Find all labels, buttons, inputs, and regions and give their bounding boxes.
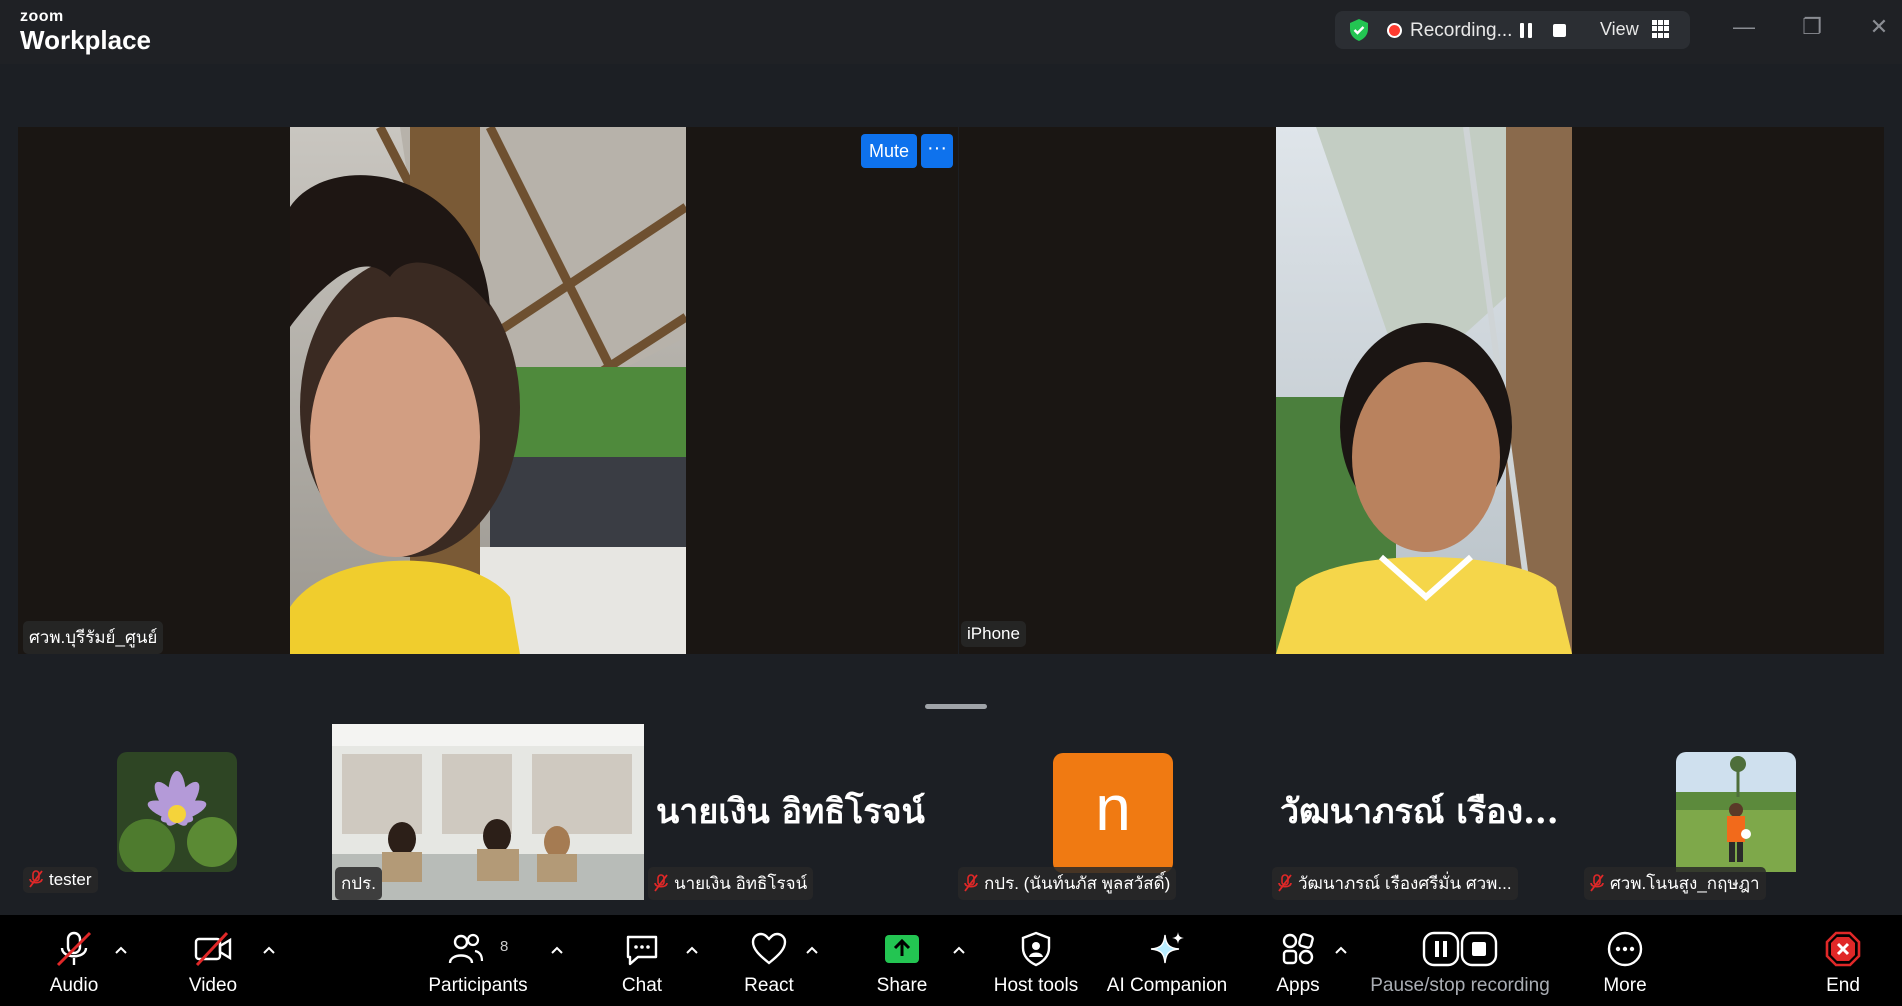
host-tools-label: Host tools bbox=[993, 975, 1079, 996]
video-caret-icon[interactable] bbox=[262, 945, 276, 955]
end-call-icon bbox=[1825, 931, 1861, 967]
chat-label: Chat bbox=[621, 975, 663, 996]
audio-button[interactable]: Audio bbox=[34, 915, 114, 1006]
close-button[interactable]: ✕ bbox=[1864, 14, 1894, 44]
participant-name: ศวพ.โนนสูง_กฤษฎา bbox=[1610, 874, 1760, 893]
host-tools-button[interactable]: Host tools bbox=[986, 915, 1086, 1006]
participant-name-tag: ศวพ.บุรีรัมย์_ศูนย์ bbox=[23, 621, 164, 654]
apps-caret-icon[interactable] bbox=[1334, 945, 1348, 955]
recording-bar: Recording... View bbox=[1335, 11, 1690, 49]
video-button[interactable]: Video bbox=[173, 915, 253, 1006]
share-label: Share bbox=[876, 975, 928, 996]
participants-label: Participants bbox=[428, 975, 528, 996]
participant-name: นายเงิน อิทธิโรจน์ bbox=[674, 874, 808, 893]
stop-recording-icon[interactable] bbox=[1553, 24, 1566, 37]
shield-icon bbox=[1021, 931, 1051, 967]
muted-mic-icon bbox=[1590, 874, 1604, 892]
recording-status: Recording... bbox=[1410, 20, 1513, 41]
minimize-button[interactable]: — bbox=[1729, 14, 1759, 44]
participants-caret-icon[interactable] bbox=[550, 945, 564, 955]
participant-name: กปร. (นันท์นภัส พูลสวัสดิ์) bbox=[984, 874, 1171, 893]
more-icon bbox=[1607, 931, 1643, 967]
chat-caret-icon[interactable] bbox=[685, 945, 699, 955]
brand-small: zoom bbox=[20, 8, 64, 25]
share-caret-icon[interactable] bbox=[952, 945, 966, 955]
video-label: Video bbox=[188, 975, 238, 996]
pause-stop-icon bbox=[1422, 931, 1498, 967]
participant-name: tester bbox=[49, 870, 92, 889]
title-bar: zoom Workplace Recording... View — ❐ ✕ bbox=[0, 0, 1902, 64]
more-button[interactable]: More bbox=[1585, 915, 1665, 1006]
muted-mic-icon bbox=[56, 931, 92, 967]
recording-dot-icon bbox=[1389, 25, 1400, 36]
gallery-tile-name[interactable]: วัฒนาภรณ์ เรือง... วัฒนาภรณ์ เรืองศรีมั่… bbox=[1270, 718, 1580, 900]
participant-name: วัฒนาภรณ์ เรืองศรีมั่น ศวพ... bbox=[1298, 874, 1512, 893]
muted-mic-icon bbox=[964, 874, 978, 892]
apps-button[interactable]: Apps bbox=[1258, 915, 1338, 1006]
ai-companion-label: AI Companion bbox=[1106, 975, 1228, 996]
share-screen-icon bbox=[885, 935, 919, 963]
react-label: React bbox=[744, 975, 794, 996]
pause-stop-recording-button[interactable]: Pause/stop recording bbox=[1368, 915, 1552, 1006]
gallery-tile-photo[interactable]: ศวพ.โนนสูง_กฤษฎา bbox=[1582, 718, 1892, 900]
mute-participant-button[interactable]: Mute bbox=[861, 134, 917, 168]
participant-display-name: นายเงิน อิทธิโรจน์ bbox=[656, 792, 925, 832]
gallery-tile-name[interactable]: นายเงิน อิทธิโรจน์ นายเงิน อิทธิโรจน์ bbox=[646, 718, 956, 900]
meeting-toolbar: Audio Video 8 Participants Chat React Sh… bbox=[0, 915, 1902, 1006]
muted-mic-icon bbox=[654, 874, 668, 892]
more-options-button[interactable]: ··· bbox=[921, 134, 953, 168]
participant-video bbox=[290, 127, 686, 654]
more-label: More bbox=[1603, 975, 1647, 996]
participant-name-tag: กปร. (นันท์นภัส พูลสวัสดิ์) bbox=[958, 867, 1177, 900]
chat-icon bbox=[626, 935, 658, 966]
video-tile-1[interactable]: ศวพ.บุรีรัมย์_ศูนย์ bbox=[18, 127, 958, 654]
end-meeting-button[interactable]: End bbox=[1803, 915, 1883, 1006]
apps-icon bbox=[1282, 933, 1314, 965]
participant-name-tag: วัฒนาภรณ์ เรืองศรีมั่น ศวพ... bbox=[1272, 867, 1518, 900]
gallery-tile-video[interactable]: กปร. bbox=[332, 724, 644, 900]
pause-stop-label: Pause/stop recording bbox=[1370, 975, 1550, 996]
heart-icon bbox=[751, 932, 787, 965]
app-logo: zoom Workplace bbox=[20, 8, 152, 55]
video-tile-2[interactable]: iPhone bbox=[959, 127, 1884, 654]
participant-name-tag: iPhone bbox=[961, 621, 1026, 647]
grid-view-icon[interactable] bbox=[1652, 20, 1670, 38]
avatar: n bbox=[1053, 753, 1173, 873]
audio-label: Audio bbox=[49, 975, 99, 996]
gallery-tile-avatar[interactable]: n กปร. (นันท์นภัส พูลสวัสดิ์) bbox=[958, 718, 1268, 900]
brand-large: Workplace bbox=[20, 25, 152, 55]
avatar-letter: n bbox=[1095, 772, 1131, 844]
ai-sparkle-icon bbox=[1150, 932, 1184, 964]
participant-name-tag: tester bbox=[23, 867, 98, 893]
resize-handle[interactable] bbox=[925, 704, 987, 709]
audio-caret-icon[interactable] bbox=[114, 945, 128, 955]
end-label: End bbox=[1826, 975, 1860, 996]
participant-video bbox=[1276, 127, 1572, 654]
participants-button[interactable]: 8 Participants bbox=[418, 915, 538, 1006]
gallery-tile-tester[interactable]: tester bbox=[18, 718, 328, 898]
ai-companion-button[interactable]: AI Companion bbox=[1102, 915, 1232, 1006]
muted-mic-icon bbox=[29, 870, 43, 888]
react-caret-icon[interactable] bbox=[805, 945, 819, 955]
participant-display-name: วัฒนาภรณ์ เรือง... bbox=[1280, 792, 1559, 832]
participants-count: 8 bbox=[500, 938, 509, 955]
lotus-photo bbox=[117, 752, 237, 872]
apps-label: Apps bbox=[1276, 975, 1320, 996]
view-button[interactable]: View bbox=[1600, 19, 1639, 40]
participant-name-tag: ศวพ.โนนสูง_กฤษฎา bbox=[1584, 867, 1766, 900]
react-button[interactable]: React bbox=[729, 915, 809, 1006]
share-button[interactable]: Share bbox=[862, 915, 942, 1006]
chat-button[interactable]: Chat bbox=[602, 915, 682, 1006]
security-shield-icon[interactable] bbox=[1347, 18, 1371, 42]
muted-mic-icon bbox=[1278, 874, 1292, 892]
participants-icon bbox=[448, 933, 484, 964]
restore-button[interactable]: ❐ bbox=[1797, 14, 1827, 44]
pause-recording-icon[interactable] bbox=[1520, 23, 1536, 43]
field-photo bbox=[1676, 752, 1796, 872]
participant-name-tag: กปร. bbox=[335, 867, 382, 900]
video-off-icon bbox=[194, 931, 232, 967]
participant-name-tag: นายเงิน อิทธิโรจน์ bbox=[648, 867, 814, 900]
